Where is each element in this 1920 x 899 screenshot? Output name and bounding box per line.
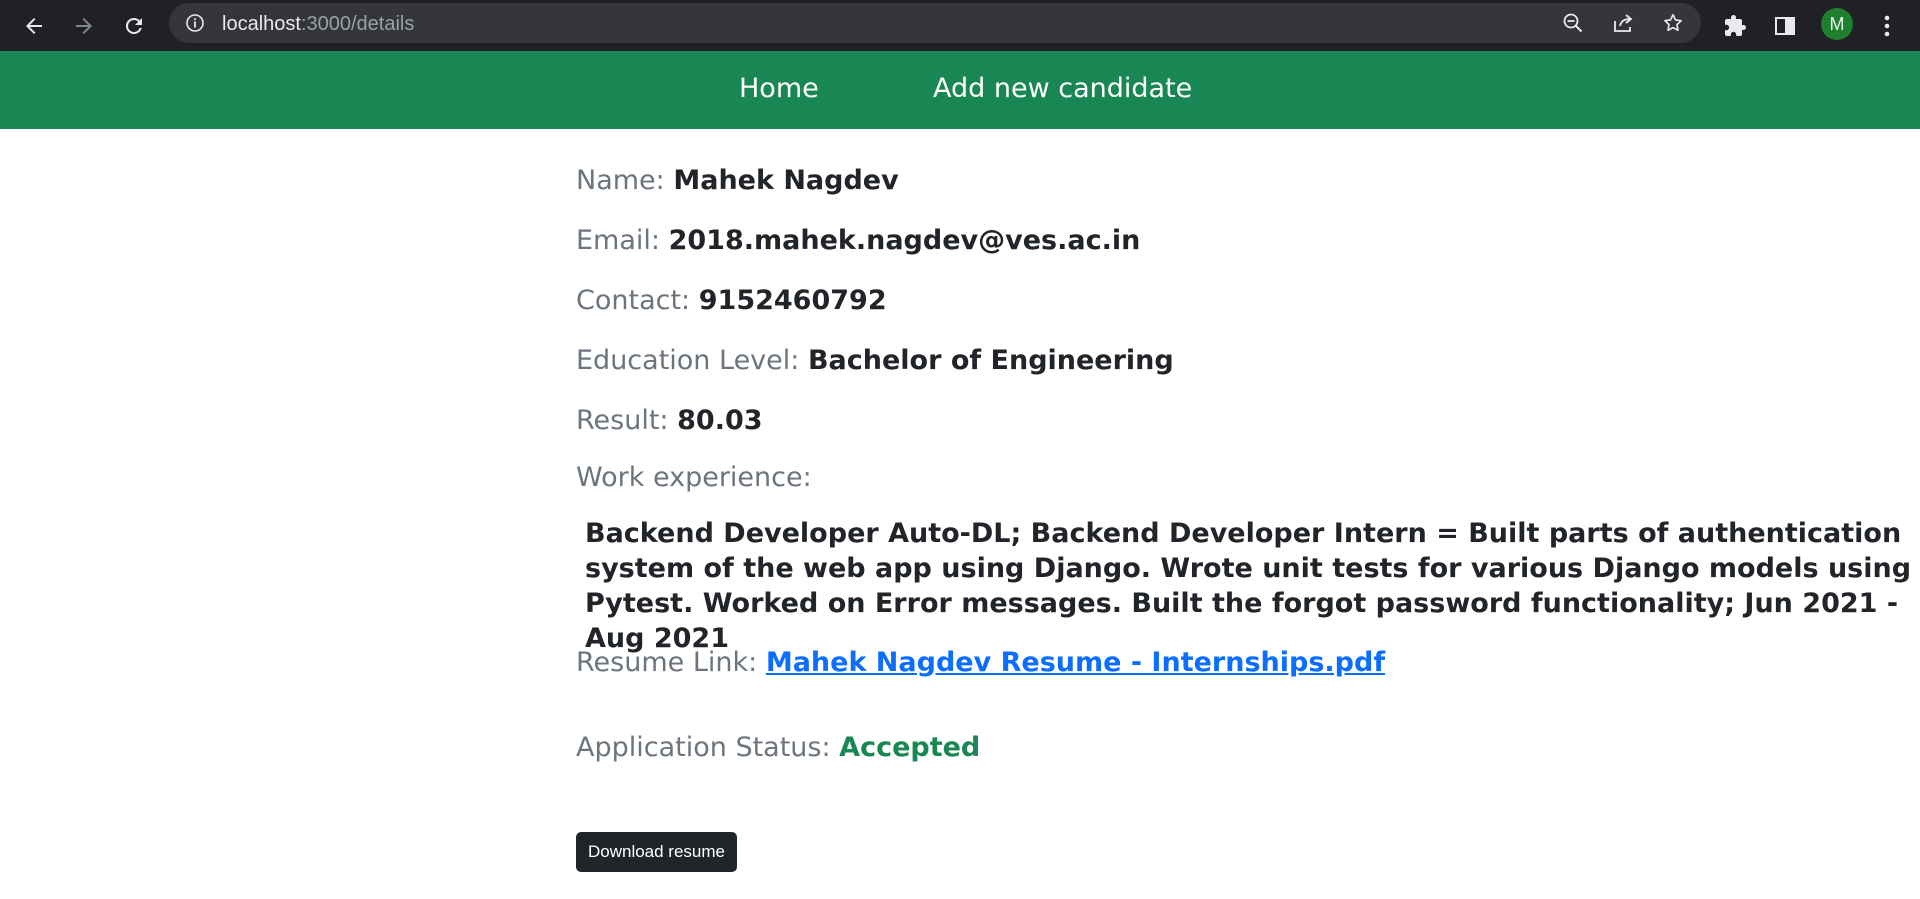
url-host: localhost: [222, 13, 301, 35]
education-value: Bachelor of Engineering: [807, 345, 1174, 376]
result-value: 80.03: [677, 405, 763, 436]
status-label: Application Status:: [576, 732, 831, 763]
email-value: 2018.mahek.nagdev@ves.ac.in: [668, 225, 1141, 256]
work-experience-text: Backend Developer Auto-DL; Backend Devel…: [585, 518, 1912, 654]
nav-home-link[interactable]: Home: [739, 73, 819, 105]
status-badge: Accepted: [839, 732, 981, 763]
result-field: Result: 80.03: [576, 404, 763, 438]
contact-label: Contact:: [576, 285, 691, 316]
resume-field: Resume Link: Mahek Nagdev Resume - Inter…: [576, 646, 1385, 680]
education-label: Education Level:: [576, 345, 800, 376]
address-bar[interactable]: localhost:3000/details: [169, 3, 1701, 43]
email-label: Email:: [576, 225, 661, 256]
star-icon[interactable]: [1659, 9, 1687, 37]
avatar[interactable]: M: [1821, 8, 1853, 40]
back-icon[interactable]: [17, 9, 51, 43]
info-icon[interactable]: [183, 11, 207, 35]
side-panel-icon[interactable]: [1768, 9, 1802, 43]
work-experience-label: Work experience:: [576, 461, 812, 495]
more-icon[interactable]: [1870, 9, 1904, 43]
result-label: Result:: [576, 405, 669, 436]
share-icon[interactable]: [1609, 9, 1637, 37]
nav-add-candidate-link[interactable]: Add new candidate: [933, 73, 1192, 105]
contact-field: Contact: 9152460792: [576, 284, 887, 318]
forward-icon[interactable]: [67, 9, 101, 43]
contact-value: 9152460792: [698, 285, 887, 316]
site-navbar: Home Add new candidate: [0, 51, 1920, 129]
resume-label: Resume Link:: [576, 647, 758, 678]
name-value: Mahek Nagdev: [673, 165, 899, 196]
resume-link[interactable]: Mahek Nagdev Resume - Internships.pdf: [766, 647, 1385, 678]
url-text[interactable]: localhost:3000/details: [222, 13, 414, 35]
work-label: Work experience:: [576, 462, 812, 493]
zoom-out-icon[interactable]: [1559, 9, 1587, 37]
extensions-icon[interactable]: [1718, 9, 1752, 43]
reload-icon[interactable]: [117, 9, 151, 43]
download-resume-button[interactable]: Download resume: [576, 832, 737, 872]
education-field: Education Level: Bachelor of Engineering: [576, 344, 1174, 378]
name-label: Name:: [576, 165, 665, 196]
status-field: Application Status: Accepted: [576, 731, 980, 765]
name-field: Name: Mahek Nagdev: [576, 164, 899, 198]
browser-toolbar: localhost:3000/details M: [0, 0, 1920, 51]
url-path: :3000/details: [300, 13, 415, 35]
email-field: Email: 2018.mahek.nagdev@ves.ac.in: [576, 224, 1140, 258]
